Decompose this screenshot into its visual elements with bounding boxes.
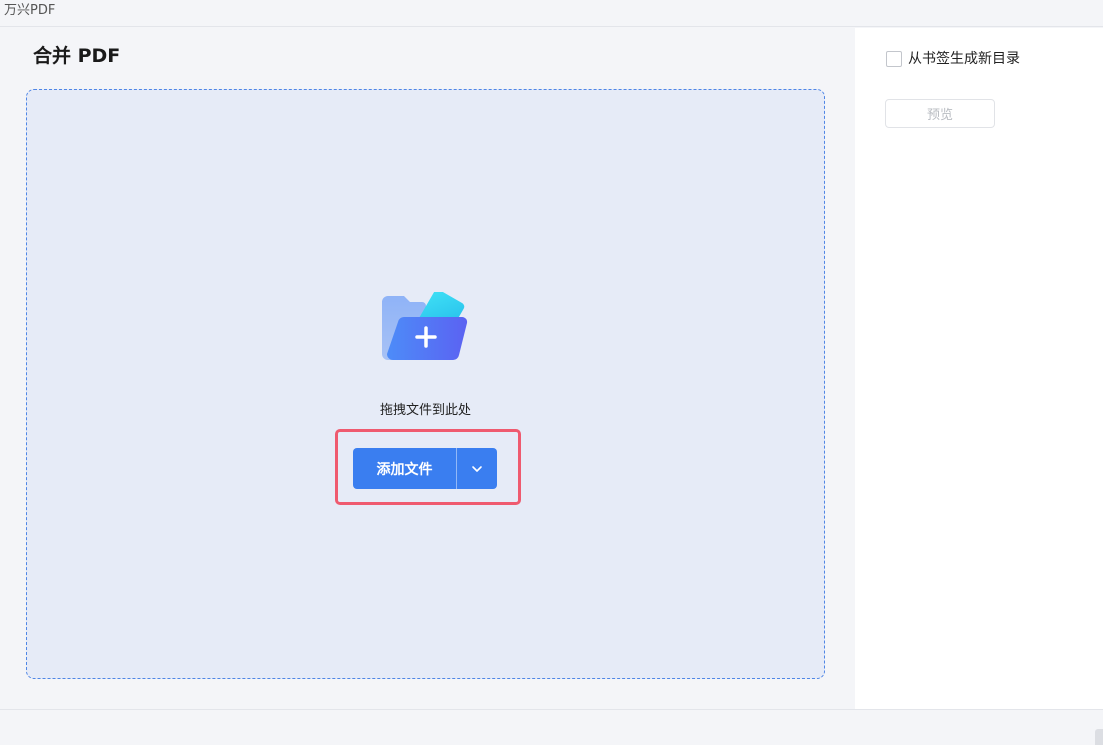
bookmark-checkbox-label[interactable]: 从书签生成新目录 [908,50,1020,68]
footer-bar [0,709,1103,745]
add-file-dropdown-button[interactable] [457,448,497,489]
title-bar: 万兴PDF [0,0,1103,27]
main-panel: 合并 PDF 拖拽文件到此处 添加文件 [0,28,855,709]
bookmark-checkbox[interactable] [886,51,902,67]
preview-button[interactable]: 预览 [885,99,995,128]
drag-hint-text: 拖拽文件到此处 [379,403,471,418]
page-title: 合并 PDF [33,45,121,67]
options-panel: 从书签生成新目录 预览 [855,28,1103,709]
folder-add-icon [382,292,468,361]
app-title: 万兴PDF [4,3,56,18]
scrollbar-handle[interactable] [1095,729,1103,745]
chevron-down-icon [472,465,482,472]
add-file-button-group: 添加文件 [353,448,497,489]
bookmark-option[interactable]: 从书签生成新目录 [886,50,1020,68]
add-file-button[interactable]: 添加文件 [353,448,456,489]
file-drop-zone[interactable]: 拖拽文件到此处 添加文件 [26,89,825,679]
